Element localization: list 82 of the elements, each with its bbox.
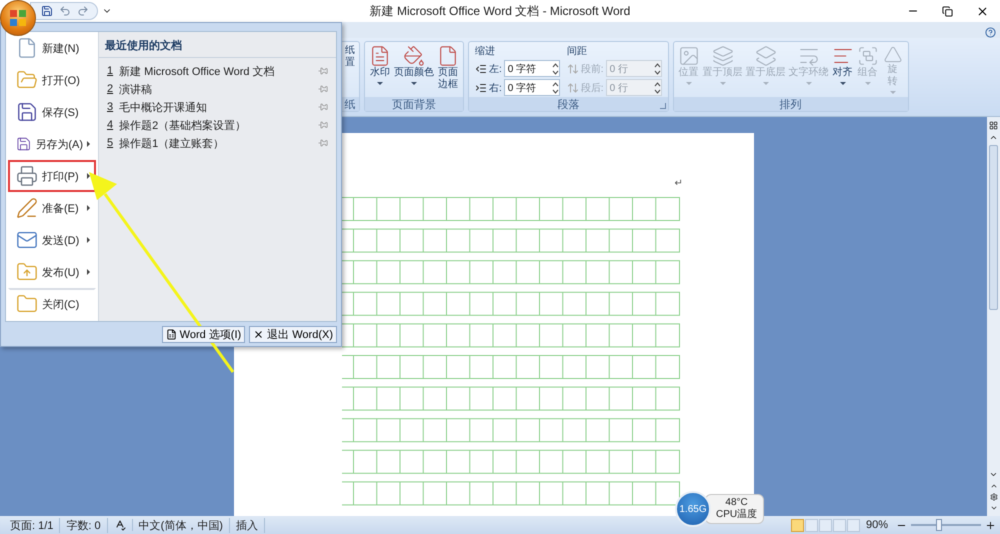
ribbon-button[interactable]: 纸 置 bbox=[344, 44, 356, 95]
recent-document[interactable]: 2 演讲稿 bbox=[99, 80, 336, 98]
spin-field[interactable]: 0 字符 bbox=[504, 60, 560, 77]
options-button[interactable]: Word 选项(I) bbox=[162, 326, 246, 342]
spin-arrows-icon[interactable] bbox=[552, 82, 559, 94]
group-label: 纸 bbox=[344, 98, 356, 112]
group-label: 页面背景 bbox=[392, 98, 436, 112]
exit-button[interactable]: 退出 Word(X) bbox=[249, 326, 337, 342]
menu-item[interactable]: 新建(N) bbox=[8, 32, 96, 64]
recent-document[interactable]: 5 操作题1（建立账套） bbox=[99, 134, 336, 152]
spacing-icon bbox=[566, 62, 579, 74]
status-text[interactable]: 字数: 0 bbox=[60, 518, 108, 532]
status-text[interactable]: 中文(简体，中国) bbox=[132, 518, 230, 532]
redo-icon[interactable] bbox=[77, 5, 89, 17]
envelope-icon bbox=[16, 229, 38, 251]
cpu-label: CPU温度 bbox=[716, 509, 758, 521]
restore-icon bbox=[942, 6, 953, 16]
triangle-icon bbox=[882, 45, 904, 64]
help-icon[interactable] bbox=[985, 27, 996, 38]
section-heading: 缩进 bbox=[475, 44, 496, 58]
recent-document[interactable]: 1 新建 Microsoft Office Word 文档 bbox=[99, 62, 336, 80]
document-icon bbox=[166, 328, 177, 340]
field-label: 左: bbox=[489, 62, 502, 76]
group-label: 段落 bbox=[557, 98, 580, 112]
folder-icon bbox=[16, 293, 38, 315]
zoom-thumb[interactable] bbox=[936, 519, 942, 531]
field-label: 段后: bbox=[580, 82, 604, 94]
paint-bucket-icon bbox=[403, 45, 425, 67]
zoom-level[interactable]: 90% bbox=[866, 519, 888, 531]
group-icon bbox=[856, 45, 879, 67]
recent-documents-heading: 最近使用的文档 bbox=[99, 32, 336, 58]
menu-item[interactable]: 保存(S) bbox=[8, 96, 96, 128]
proofing-icon[interactable] bbox=[114, 519, 126, 531]
ribbon-button[interactable]: 页面 边框 bbox=[436, 44, 460, 95]
field-label: 右: bbox=[489, 82, 502, 94]
field-label: 段前: bbox=[580, 62, 604, 76]
folder-icon bbox=[16, 69, 38, 91]
indent-icon bbox=[475, 82, 487, 94]
picture-frame-icon bbox=[678, 45, 700, 67]
folder-icon bbox=[16, 261, 38, 283]
status-text[interactable]: 页面: 1/1 bbox=[4, 518, 60, 532]
office-logo-icon bbox=[9, 9, 27, 27]
scroll-up-icon[interactable] bbox=[989, 133, 998, 142]
dialog-launcher-icon[interactable] bbox=[660, 103, 666, 109]
previous-page-icon[interactable] bbox=[990, 482, 998, 490]
menu-item[interactable]: 准备(E) bbox=[8, 192, 96, 224]
spin-arrows-icon[interactable] bbox=[552, 62, 559, 74]
cpu-temperature: 48°C bbox=[725, 497, 748, 508]
paragraph-mark: ↵ bbox=[674, 178, 683, 189]
ribbon-button[interactable]: 页面颜色 bbox=[393, 44, 435, 95]
layers-icon bbox=[754, 45, 777, 67]
menu-item[interactable]: 另存为(A) bbox=[8, 128, 96, 160]
menu-item[interactable]: 关闭(C) bbox=[8, 288, 96, 320]
recent-document[interactable]: 3 毛中概论开课通知 bbox=[99, 98, 336, 116]
status-text[interactable]: 插入 bbox=[230, 518, 265, 532]
scroll-down-icon[interactable] bbox=[989, 470, 998, 479]
spacing-icon bbox=[566, 82, 579, 94]
section-heading: 间距 bbox=[566, 45, 588, 58]
next-page-icon[interactable] bbox=[990, 504, 998, 512]
vertical-scrollbar[interactable] bbox=[987, 117, 1000, 516]
menu-item[interactable]: 发送(D) bbox=[8, 224, 96, 256]
page-icon bbox=[369, 45, 391, 67]
menu-item[interactable]: 打开(O) bbox=[8, 64, 96, 96]
close-icon bbox=[976, 4, 989, 18]
window-title: 新建 Microsoft Office Word 文档 - Microsoft Word bbox=[370, 2, 630, 20]
blank-page-icon bbox=[16, 37, 38, 59]
ribbon-button[interactable]: 水印 bbox=[368, 44, 392, 95]
layers-icon bbox=[712, 45, 734, 67]
ribbon-button[interactable]: 对齐 bbox=[830, 44, 855, 95]
spin-field[interactable]: 0 字符 bbox=[504, 79, 560, 96]
group-label: 排列 bbox=[780, 98, 802, 112]
save-icon[interactable] bbox=[41, 5, 53, 17]
printer-icon bbox=[16, 165, 38, 187]
recent-document[interactable]: 4 操作题2（基础档案设置） bbox=[99, 116, 336, 134]
close-icon bbox=[253, 328, 264, 340]
indent-icon bbox=[475, 62, 487, 74]
page-icon bbox=[437, 45, 459, 67]
pencil-icon bbox=[16, 197, 38, 219]
menu-item[interactable]: 发布(U) bbox=[8, 256, 96, 288]
undo-icon[interactable] bbox=[59, 5, 71, 17]
zoom-in-icon[interactable] bbox=[985, 520, 996, 530]
scroll-thumb[interactable] bbox=[989, 145, 998, 310]
